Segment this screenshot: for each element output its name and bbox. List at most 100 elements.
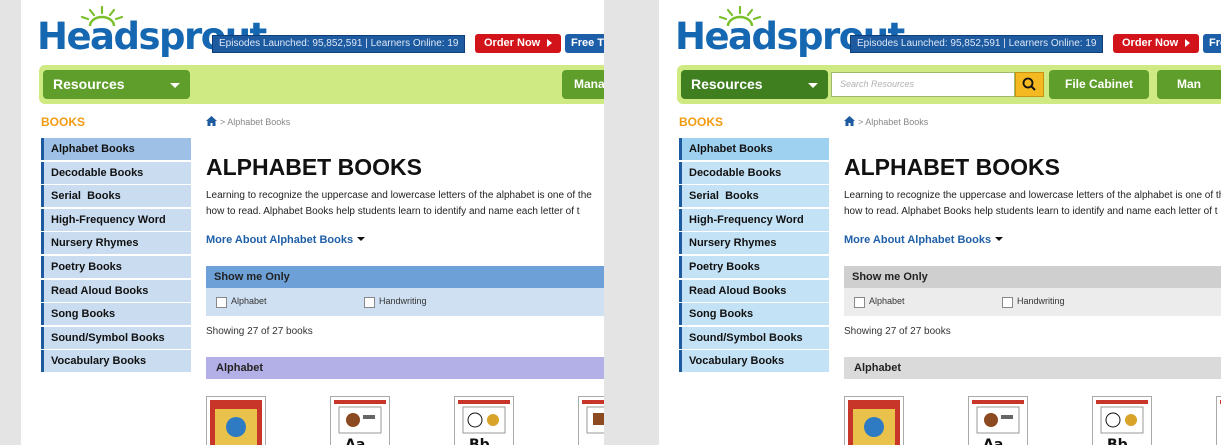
order-now-button[interactable]: Order Now	[1113, 34, 1199, 53]
page-title: ALPHABET BOOKS	[206, 154, 422, 180]
sidebar-item-read-aloud-books[interactable]: Read Aloud Books	[41, 279, 191, 302]
sidebar-item-high-frequency-word[interactable]: High-Frequency Word	[41, 208, 191, 231]
free-trial-button[interactable]: Free T	[565, 34, 604, 53]
results-count: Showing 27 of 27 books	[206, 326, 313, 337]
sidebar: Alphabet Books Decodable Books Serial Bo…	[41, 138, 191, 374]
sidebar-item-alphabet-books[interactable]: Alphabet Books	[41, 138, 191, 160]
sidebar-item-decodable-books[interactable]: Decodable Books	[679, 161, 829, 184]
section-heading-alphabet: Alphabet	[844, 357, 1221, 379]
caret-down-icon	[995, 237, 1004, 241]
book-cover-image: Aa	[334, 400, 386, 445]
breadcrumb-current: > Alphabet Books	[220, 117, 291, 127]
stats-bar: Episodes Launched: 95,852,591 | Learners…	[850, 35, 1104, 53]
order-now-button[interactable]: Order Now	[475, 34, 561, 53]
more-about-link[interactable]: More About Alphabet Books	[206, 234, 366, 246]
section-heading-alphabet: Alphabet	[206, 357, 604, 379]
sidebar-item-nursery-rhymes[interactable]: Nursery Rhymes	[41, 232, 191, 255]
caret-down-icon	[357, 237, 366, 241]
book-thumbnail[interactable]	[844, 396, 904, 445]
resources-label: Resources	[53, 76, 125, 92]
page-title: ALPHABET BOOKS	[844, 154, 1060, 180]
more-about-label: More About Alphabet Books	[844, 234, 992, 246]
sidebar-item-song-books[interactable]: Song Books	[679, 303, 829, 326]
book-cover-image: Aa	[972, 400, 1024, 445]
more-about-label: More About Alphabet Books	[206, 234, 354, 246]
sidebar-heading: BOOKS	[41, 115, 86, 129]
book-cover-image	[210, 400, 262, 445]
sidebar-item-sound-symbol-books[interactable]: Sound/Symbol Books	[679, 326, 829, 349]
book-cover-image: Bb	[458, 400, 510, 445]
book-cover-image: Bb	[1096, 400, 1148, 445]
right-page-pane: Headsprout Episodes Launched: 95,852,591…	[659, 0, 1221, 445]
handwriting-checkbox[interactable]	[364, 297, 375, 308]
resources-dropdown[interactable]: Resources	[43, 70, 190, 99]
file-cabinet-button[interactable]: File Cabinet	[1049, 70, 1149, 99]
sidebar-item-vocabulary-books[interactable]: Vocabulary Books	[679, 350, 829, 373]
more-about-link[interactable]: More About Alphabet Books	[844, 234, 1004, 246]
book-thumbnail[interactable]: Aa	[330, 396, 390, 445]
manage-button[interactable]: Man	[1157, 70, 1221, 99]
description-line-1: Learning to recognize the uppercase and …	[206, 190, 592, 201]
sidebar-item-alphabet-books[interactable]: Alphabet Books	[679, 138, 829, 160]
book-thumbnail[interactable]: Bb	[1092, 396, 1152, 445]
search-input[interactable]: Search Resources	[831, 72, 1015, 97]
manage-button[interactable]: Mana	[562, 70, 604, 99]
order-now-label: Order Now	[484, 37, 541, 49]
resources-dropdown[interactable]: Resources	[681, 70, 828, 99]
description-line-2: how to read. Alphabet Books help student…	[206, 206, 580, 217]
pane-divider	[604, 0, 659, 445]
arrow-right-icon	[547, 39, 553, 48]
alphabet-checkbox[interactable]	[216, 297, 227, 308]
free-trial-button[interactable]: Fre	[1203, 34, 1221, 53]
svg-text:Bb: Bb	[1107, 437, 1128, 445]
sidebar-item-serial-books[interactable]: Serial Books	[679, 185, 829, 208]
svg-text:Aa: Aa	[345, 437, 365, 445]
left-page-pane: Headsprout Episodes Launched: 95,852,591…	[21, 0, 604, 445]
svg-text:Aa: Aa	[983, 437, 1003, 445]
breadcrumb: > Alphabet Books	[206, 116, 290, 127]
sidebar-item-song-books[interactable]: Song Books	[41, 303, 191, 326]
search-button[interactable]	[1015, 72, 1044, 97]
sidebar-item-nursery-rhymes[interactable]: Nursery Rhymes	[679, 232, 829, 255]
sidebar-item-serial-books[interactable]: Serial Books	[41, 185, 191, 208]
sidebar-item-read-aloud-books[interactable]: Read Aloud Books	[679, 279, 829, 302]
sidebar-item-decodable-books[interactable]: Decodable Books	[41, 161, 191, 184]
book-cover-image	[582, 400, 604, 434]
sidebar: Alphabet Books Decodable Books Serial Bo…	[679, 138, 829, 374]
search-icon	[1022, 77, 1036, 91]
breadcrumb-current: > Alphabet Books	[858, 117, 929, 127]
book-thumbnail[interactable]	[206, 396, 266, 445]
book-thumbnail[interactable]: Aa	[968, 396, 1028, 445]
book-thumbnail[interactable]	[578, 396, 604, 445]
book-thumbnail[interactable]	[1216, 396, 1221, 445]
home-icon[interactable]	[206, 116, 217, 126]
handwriting-checkbox[interactable]	[1002, 297, 1013, 308]
book-cover-image	[1220, 400, 1221, 404]
arrow-right-icon	[1185, 39, 1191, 48]
sidebar-item-sound-symbol-books[interactable]: Sound/Symbol Books	[41, 326, 191, 349]
sidebar-item-poetry-books[interactable]: Poetry Books	[41, 255, 191, 278]
sidebar-item-vocabulary-books[interactable]: Vocabulary Books	[41, 350, 191, 373]
book-cover-image	[848, 400, 900, 445]
sidebar-heading: BOOKS	[679, 115, 724, 129]
handwriting-checkbox-label: Handwriting	[379, 296, 427, 306]
handwriting-checkbox-label: Handwriting	[1017, 296, 1065, 306]
sidebar-item-poetry-books[interactable]: Poetry Books	[679, 255, 829, 278]
home-icon[interactable]	[844, 116, 855, 126]
resources-label: Resources	[691, 76, 763, 92]
page-description: Learning to recognize the uppercase and …	[844, 188, 1221, 220]
stats-bar: Episodes Launched: 95,852,591 | Learners…	[212, 35, 466, 53]
svg-text:Bb: Bb	[469, 437, 490, 445]
book-thumbnail[interactable]: Bb	[454, 396, 514, 445]
alphabet-checkbox-label: Alphabet	[231, 296, 267, 306]
chevron-down-icon	[808, 83, 818, 88]
alphabet-checkbox[interactable]	[854, 297, 865, 308]
results-count: Showing 27 of 27 books	[844, 326, 951, 337]
filter-panel: Alphabet Handwriting	[206, 288, 604, 316]
order-now-label: Order Now	[1122, 37, 1179, 49]
sidebar-item-high-frequency-word[interactable]: High-Frequency Word	[679, 208, 829, 231]
filter-heading: Show me Only	[206, 266, 604, 288]
filter-panel: Alphabet Handwriting	[844, 288, 1221, 316]
description-line-2: how to read. Alphabet Books help student…	[844, 206, 1218, 217]
breadcrumb: > Alphabet Books	[844, 116, 928, 127]
